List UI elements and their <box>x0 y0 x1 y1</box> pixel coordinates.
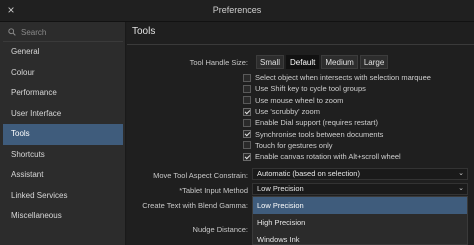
sidebar-item-miscellaneous[interactable]: Miscellaneous <box>3 206 123 227</box>
checkbox-checked[interactable] <box>243 107 251 116</box>
select-value: Low Precision <box>257 184 304 193</box>
window-title: Preferences <box>212 5 262 15</box>
move-tool-aspect-select[interactable]: Automatic (based on selection) ⌄ <box>252 168 468 180</box>
sidebar-nav: General Colour Performance User Interfac… <box>3 42 123 227</box>
search-input[interactable] <box>21 25 121 39</box>
checkbox-row[interactable]: Use Shift key to cycle tool groups <box>243 83 431 94</box>
handle-size-medium-button[interactable]: Medium <box>321 55 358 69</box>
settings-panel: Tools Tool Handle Size: Small Default Me… <box>127 22 474 245</box>
move-tool-aspect-label: Move Tool Aspect Constrain: <box>153 171 248 180</box>
sidebar-item-colour[interactable]: Colour <box>3 63 123 84</box>
title-bar: × Preferences <box>0 0 474 22</box>
checkbox[interactable] <box>243 73 251 82</box>
checkbox-row[interactable]: Use 'scrubby' zoom <box>243 106 431 117</box>
checkbox-row[interactable]: Synchronise tools between documents <box>243 128 431 139</box>
search-box[interactable] <box>3 22 123 42</box>
chevron-down-icon: ⌄ <box>458 170 464 177</box>
sidebar: General Colour Performance User Interfac… <box>0 22 126 245</box>
checkbox-row[interactable]: Use mouse wheel to zoom <box>243 95 431 106</box>
select-value: Automatic (based on selection) <box>257 169 360 178</box>
checkbox[interactable] <box>243 84 251 93</box>
tool-options-checklist: Select object when intersects with selec… <box>243 72 431 162</box>
checkbox-label: Touch for gestures only <box>255 140 333 150</box>
tool-handle-size-label: Tool Handle Size: <box>189 58 248 67</box>
checkbox-label: Use Shift key to cycle tool groups <box>255 84 366 94</box>
sidebar-item-tools[interactable]: Tools <box>3 124 123 145</box>
sidebar-item-general[interactable]: General <box>3 42 123 63</box>
checkbox-label: Use 'scrubby' zoom <box>255 107 320 117</box>
handle-size-large-button[interactable]: Large <box>359 55 389 69</box>
page-title: Tools <box>132 26 156 37</box>
sidebar-item-shortcuts[interactable]: Shortcuts <box>3 145 123 166</box>
dropdown-option-windows-ink[interactable]: Windows Ink <box>253 231 467 245</box>
checkbox[interactable] <box>243 141 251 150</box>
chevron-down-icon: ⌄ <box>458 185 464 192</box>
tablet-input-method-select[interactable]: Low Precision ⌄ <box>252 183 468 195</box>
checkbox-label: Enable canvas rotation with Alt+scroll w… <box>255 152 401 162</box>
create-text-blend-gamma-label: Create Text with Blend Gamma: <box>142 201 248 210</box>
sidebar-item-user-interface[interactable]: User Interface <box>3 104 123 125</box>
dropdown-option-low-precision[interactable]: Low Precision <box>253 197 467 214</box>
tablet-input-dropdown-menu: Low Precision High Precision Windows Ink <box>252 196 468 245</box>
tool-handle-size-segmented: Small Default Medium Large <box>256 55 389 69</box>
handle-size-small-button[interactable]: Small <box>256 55 285 69</box>
checkbox[interactable] <box>243 96 251 105</box>
checkbox-checked[interactable] <box>243 152 251 161</box>
checkbox-label: Select object when intersects with selec… <box>255 73 431 83</box>
handle-size-default-button[interactable]: Default <box>286 55 320 69</box>
nudge-distance-label: Nudge Distance: <box>192 225 248 234</box>
search-icon <box>8 28 16 36</box>
checkbox-row[interactable]: Enable Dial support (requires restart) <box>243 117 431 128</box>
sidebar-item-linked-services[interactable]: Linked Services <box>3 186 123 207</box>
sidebar-item-assistant[interactable]: Assistant <box>3 165 123 186</box>
checkbox-label: Use mouse wheel to zoom <box>255 95 344 105</box>
checkbox-row[interactable]: Touch for gestures only <box>243 140 431 151</box>
checkbox-checked[interactable] <box>243 130 251 139</box>
tablet-input-method-label: *Tablet Input Method <box>179 186 248 195</box>
checkbox-label: Enable Dial support (requires restart) <box>255 118 378 128</box>
title-divider <box>127 44 474 45</box>
sidebar-item-performance[interactable]: Performance <box>3 83 123 104</box>
checkbox-row[interactable]: Select object when intersects with selec… <box>243 72 431 83</box>
checkbox-label: Synchronise tools between documents <box>255 129 384 139</box>
checkbox[interactable] <box>243 118 251 127</box>
dropdown-option-high-precision[interactable]: High Precision <box>253 214 467 231</box>
checkbox-row[interactable]: Enable canvas rotation with Alt+scroll w… <box>243 151 431 162</box>
